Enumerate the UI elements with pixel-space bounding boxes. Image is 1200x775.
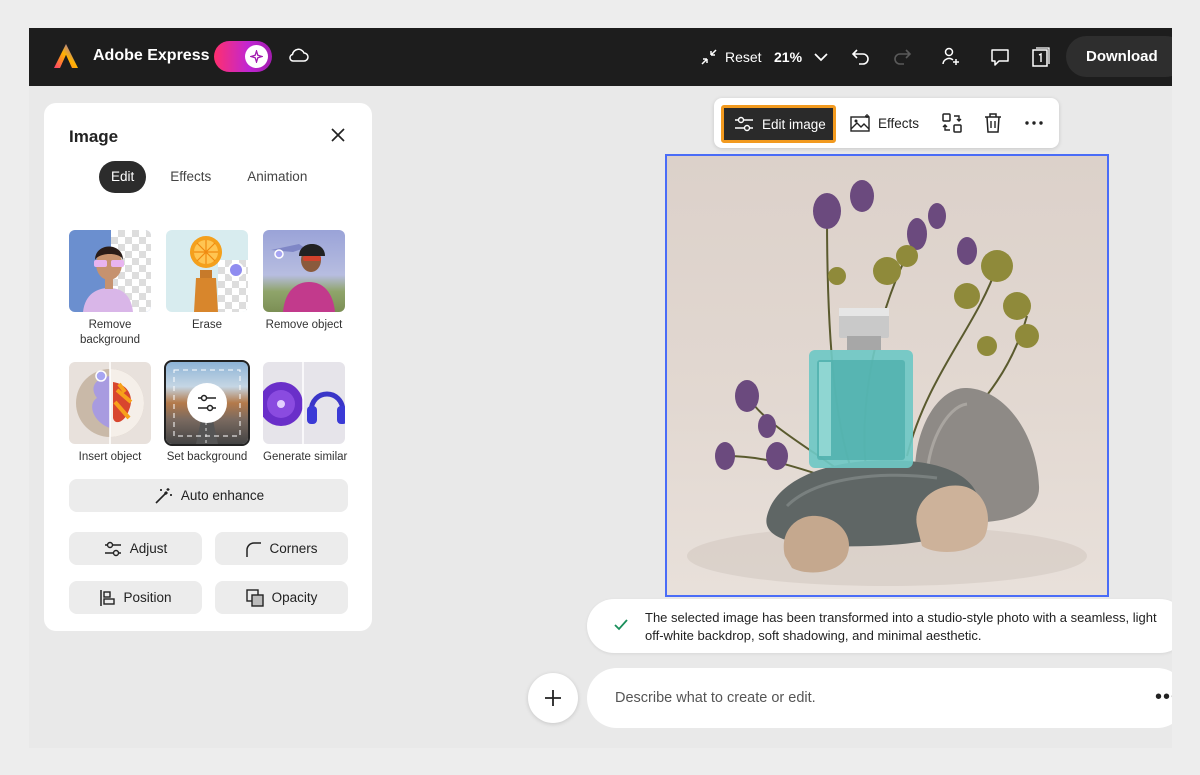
invite-user-icon[interactable] [941,46,961,68]
opacity-label: Opacity [271,590,318,605]
corners-label: Corners [269,541,318,556]
replace-image-icon[interactable] [941,112,963,134]
trash-icon[interactable] [982,112,1004,134]
corner-radius-icon [245,541,262,557]
panel-tabs: Edit Effects Animation [99,161,331,193]
ai-mode-toggle[interactable] [214,41,272,72]
download-button[interactable]: Download [1066,36,1172,77]
effects-label: Effects [878,115,920,131]
adobe-express-logo [54,44,78,68]
perfume-product-photo [687,180,1087,586]
shrink-arrows-icon [701,49,717,65]
edit-image-label: Edit image [762,116,826,132]
chevron-down-icon[interactable] [813,49,829,65]
tab-animation[interactable]: Animation [235,161,319,193]
image-context-toolbar: Edit image Effects [714,98,1059,148]
tab-edit[interactable]: Edit [99,161,147,193]
insert-object-thumbnail [69,362,151,444]
cloud-icon[interactable] [287,46,309,64]
position-label: Position [123,590,172,605]
tool-remove-object[interactable]: Remove object [263,230,345,333]
set-background-thumbnail [164,360,250,446]
more-options-icon[interactable]: ••• [1155,686,1172,709]
panel-title: Image [69,127,119,146]
tab-effects[interactable]: Effects [158,161,223,193]
undo-icon[interactable] [851,46,871,66]
remove-background-thumbnail [69,230,151,312]
tool-label: Remove object [265,319,343,331]
tool-label: Erase [191,319,223,331]
tool-erase[interactable]: Erase [166,230,248,333]
prompt-input[interactable] [615,686,1115,710]
tool-label: Generate similar [263,451,348,463]
redo-icon[interactable] [892,46,912,66]
sparkle-icon [245,45,268,68]
sliders-icon [735,116,753,132]
adjust-button[interactable]: Adjust [69,532,202,565]
tool-insert-object[interactable]: Insert object [69,362,151,465]
sliders-icon [104,541,122,557]
remove-object-thumbnail [263,230,345,312]
tool-label: Set background [166,451,248,463]
zoom-level[interactable]: 21% [774,28,802,86]
tool-generate-similar[interactable]: Generate similar [263,362,348,465]
auto-enhance-button[interactable]: Auto enhance [69,479,348,512]
comment-icon[interactable] [989,46,1011,68]
reset-button[interactable]: Reset [699,28,762,86]
effects-image-icon [850,114,870,132]
image-panel: Image Edit Effects Animation Remove back… [44,103,372,631]
auto-enhance-label: Auto enhance [180,488,265,503]
reset-label: Reset [725,49,762,65]
opacity-icon [245,588,264,607]
plus-icon [545,690,561,706]
corners-button[interactable]: Corners [215,532,348,565]
checkmark-icon [614,619,628,631]
position-button[interactable]: Position [69,581,202,614]
opacity-button[interactable]: Opacity [215,581,348,614]
message-text: The selected image has been transformed … [645,610,1157,643]
tool-label: Insert object [78,451,142,463]
selected-canvas-image[interactable] [665,154,1109,597]
app-window: Adobe Express Reset 21% Download Image E… [29,28,1172,748]
zoom-value: 21% [774,49,803,65]
magic-wand-icon [153,486,173,506]
prompt-bar: ••• [587,668,1172,728]
generate-similar-thumbnail [263,362,345,444]
pages-icon[interactable] [1030,46,1050,68]
adjust-label: Adjust [129,541,168,556]
align-left-icon [99,589,116,607]
more-options-icon[interactable] [1023,112,1045,134]
tool-label: Remove background [79,319,141,346]
erase-thumbnail [166,230,248,312]
edit-image-button[interactable]: Edit image [721,105,836,143]
effects-button[interactable]: Effects [850,105,919,141]
add-button[interactable] [528,673,578,723]
top-bar: Adobe Express Reset 21% Download [29,28,1172,86]
ai-response-message: The selected image has been transformed … [587,599,1172,653]
tool-set-background[interactable]: Set background [164,360,250,465]
tool-remove-background[interactable]: Remove background [69,230,151,348]
app-name: Adobe Express [93,47,210,64]
close-icon[interactable] [330,127,346,143]
